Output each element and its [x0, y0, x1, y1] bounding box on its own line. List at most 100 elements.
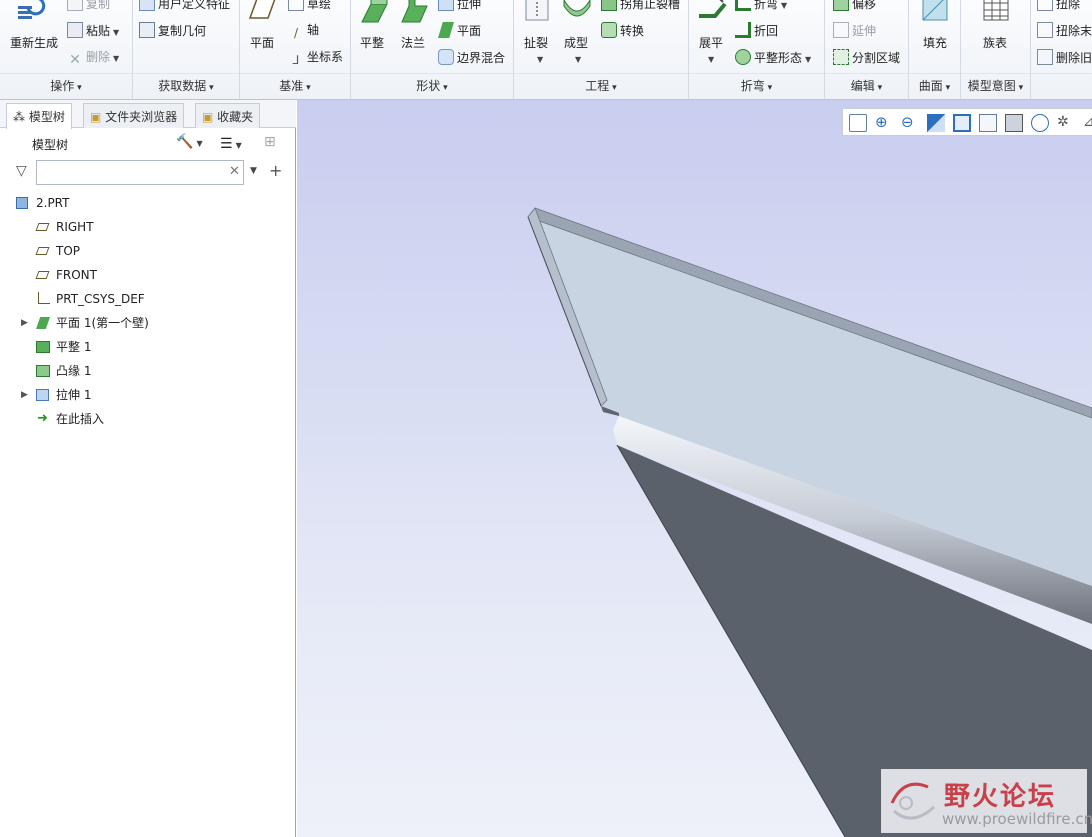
clear-search-icon[interactable]: ✕ [229, 164, 240, 179]
chevron-down-icon: ▼ [113, 54, 120, 63]
tree-search-input[interactable] [36, 160, 244, 185]
zoom-out-icon[interactable]: ⊖ [901, 114, 919, 132]
convert-button[interactable]: 转换 [601, 22, 644, 39]
tree-node[interactable]: FRONT [0, 264, 290, 286]
planar-button[interactable]: 平面 [438, 22, 481, 39]
graphics-viewport[interactable]: ⊕ ⊖ ✲ ⊿ 野火论坛 www.proewildfire.cn [297, 100, 1092, 837]
split-area-icon [833, 49, 849, 65]
refit-icon[interactable] [849, 114, 867, 132]
corner-relief-button[interactable]: 拐角止裂槽 [601, 0, 680, 12]
sheetmetal-model[interactable] [297, 100, 1092, 837]
group-label-surfaces[interactable]: 曲面 [909, 77, 960, 95]
family-table-button[interactable]: 族表 [983, 35, 1007, 51]
flat-button[interactable]: 平整 [360, 35, 384, 51]
folder-icon: ▣ [90, 110, 106, 124]
rip-dropdown[interactable]: ▼ [534, 50, 543, 68]
extend-button[interactable]: 延伸 [833, 22, 876, 39]
flange-button[interactable]: 法兰 [401, 35, 425, 51]
offset-icon [833, 0, 849, 11]
search-dropdown-icon[interactable]: ▼ [250, 166, 257, 176]
delete-icon: ✕ [69, 52, 81, 68]
expand-arrow-icon[interactable]: ▶ [21, 384, 28, 406]
tab-favorites[interactable]: ▣ 收藏夹 [195, 103, 261, 128]
group-label-engineering[interactable]: 工程 [514, 77, 688, 95]
rip-icon [525, 0, 549, 21]
tree-node[interactable]: TOP [0, 240, 290, 262]
datum-plane-button[interactable]: 平面 [250, 35, 274, 51]
delete-old-button[interactable]: 删除旧 [1037, 49, 1092, 66]
group-label-bends[interactable]: 折弯 [689, 77, 824, 95]
udf-button[interactable]: 用户定义特征 [139, 0, 230, 12]
group-label-get-data[interactable]: 获取数据 [133, 77, 239, 95]
repaint-icon[interactable] [927, 114, 945, 132]
add-icon[interactable]: + [269, 161, 282, 180]
extrude-button[interactable]: 拉伸 [438, 0, 481, 12]
deform-icon [1037, 0, 1053, 11]
chevron-down-icon: ▼ [805, 55, 812, 64]
group-label-editing[interactable]: 编辑 [825, 77, 908, 95]
annotation-display-icon[interactable]: ⊿ [1083, 114, 1092, 132]
group-label-model-intent[interactable]: 模型意图 [961, 77, 1030, 95]
delete-old-icon [1037, 49, 1053, 65]
paste-button[interactable]: 粘贴 ▼ [67, 22, 119, 41]
favorites-icon: ▣ [202, 110, 218, 124]
corner-relief-icon [601, 0, 617, 11]
filter-icon[interactable]: ▽ [16, 163, 27, 179]
group-label-operations[interactable]: 操作 [0, 77, 132, 95]
tree-filter-columns-icon[interactable]: ⊞ [264, 134, 276, 150]
group-editing: 偏移 延伸 分割区域 编辑 [825, 0, 909, 99]
bend-back-button[interactable]: 折回 [735, 22, 778, 39]
settings-icon[interactable]: 🔨 ▼ [176, 134, 203, 150]
fill-button[interactable]: 填充 [923, 35, 947, 51]
show-icon[interactable]: ☰ ▼ [220, 136, 242, 152]
regenerate-button[interactable]: 重新生成 [10, 35, 58, 51]
tree-node[interactable]: ▶ 拉伸 1 [0, 384, 290, 406]
copy-geometry-button[interactable]: 复制几何 [139, 22, 206, 39]
tree-title: 模型树 [32, 138, 69, 152]
offset-button[interactable]: 偏移 [833, 0, 876, 12]
sketch-button[interactable]: 草绘 [288, 0, 331, 12]
chevron-down-icon: ▼ [708, 55, 715, 64]
unbend-dropdown[interactable]: ▼ [705, 50, 714, 68]
chevron-down-icon: ▼ [781, 1, 788, 10]
expand-arrow-icon[interactable]: ▶ [21, 312, 28, 334]
tab-folder-browser[interactable]: ▣ 文件夹浏览器 [83, 103, 185, 128]
copy-button[interactable]: 复制 [67, 0, 110, 12]
csys-icon [38, 292, 50, 304]
tab-model-tree[interactable]: ⁂ 模型树 [6, 103, 72, 129]
tree-node[interactable]: ➜ 在此插入 [0, 408, 290, 430]
paste-icon [67, 22, 83, 38]
perspective-icon[interactable] [1031, 114, 1049, 132]
unbend-button[interactable]: 展平 [699, 35, 723, 51]
form-button[interactable]: 成型 [564, 35, 588, 51]
tree-node[interactable]: PRT_CSYS_DEF [0, 288, 290, 310]
part-icon [16, 197, 28, 209]
csys-icon: ⅃ [292, 53, 300, 67]
tree-node[interactable]: 2.PRT [0, 192, 290, 214]
tree-node[interactable]: RIGHT [0, 216, 290, 238]
rip-button[interactable]: 扯裂 [524, 35, 548, 51]
extrude-icon [438, 0, 454, 11]
group-model-intent: 族表 模型意图 [961, 0, 1031, 99]
deform-end-button[interactable]: 扭除末 [1037, 22, 1092, 39]
saved-orientations-icon[interactable] [979, 114, 997, 132]
boundary-blend-button[interactable]: 边界混合 [438, 49, 505, 66]
csys-button[interactable]: ⅃ 坐标系 [288, 49, 343, 68]
zoom-in-icon[interactable]: ⊕ [875, 114, 893, 132]
tree-node[interactable]: ▶ 平面 1(第一个壁) [0, 312, 290, 334]
bend-button[interactable]: 折弯 ▼ [735, 0, 787, 14]
flatten-form-button[interactable]: 平整形态 ▼ [735, 49, 811, 68]
split-area-button[interactable]: 分割区域 [833, 49, 900, 66]
tree-node[interactable]: 凸缘 1 [0, 360, 290, 382]
group-far-right: 扭除 扭除末 删除旧 [1031, 0, 1092, 99]
group-label-datum[interactable]: 基准 [240, 77, 350, 95]
axis-button[interactable]: / 轴 [288, 22, 319, 41]
deform-area-button[interactable]: 扭除 [1037, 0, 1080, 12]
display-style-icon[interactable] [953, 114, 971, 132]
datum-display-icon[interactable]: ✲ [1057, 114, 1075, 132]
tree-node[interactable]: 平整 1 [0, 336, 290, 358]
delete-button[interactable]: ✕ 删除 ▼ [67, 49, 119, 68]
view-manager-icon[interactable] [1005, 114, 1023, 132]
form-dropdown[interactable]: ▼ [572, 50, 581, 68]
group-label-shapes[interactable]: 形状 [351, 77, 513, 95]
